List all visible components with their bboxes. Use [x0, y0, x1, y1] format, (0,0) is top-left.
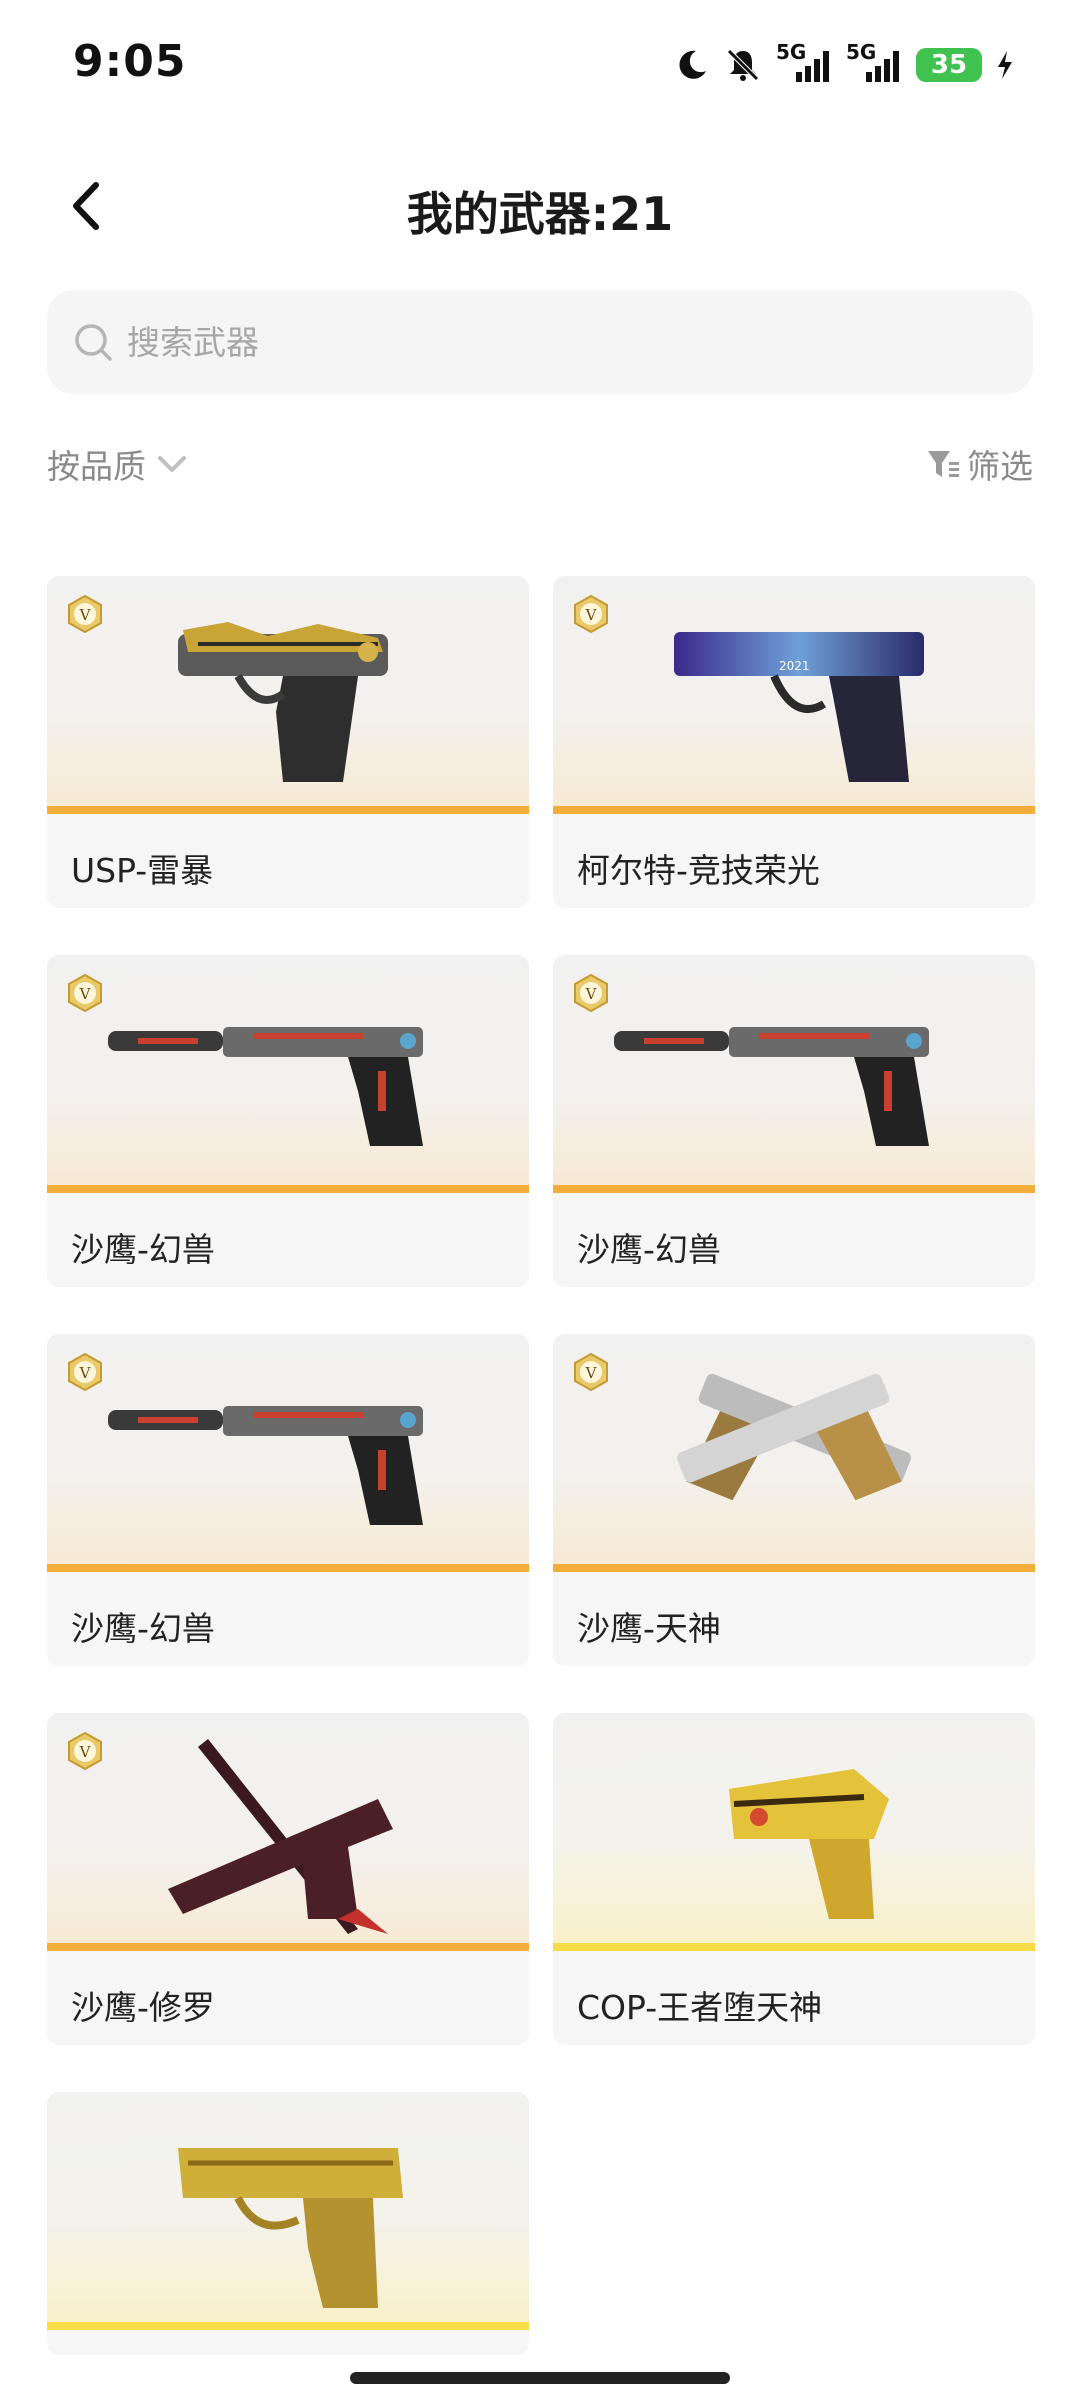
weapon-name: 沙鹰-修罗 [71, 1988, 215, 2027]
weapon-name: USP-雷暴 [71, 851, 214, 890]
filter-button[interactable]: 筛选 [925, 440, 1033, 488]
vip-badge-icon: V [68, 973, 102, 1013]
vip-badge-icon: V [574, 1352, 608, 1392]
weapon-art: V [47, 1713, 529, 1951]
pistol-usp-icon [178, 622, 388, 782]
weapon-card[interactable]: V 2021 柯尔特-竞技荣光 [553, 576, 1035, 908]
weapon-art: V [553, 955, 1035, 1193]
search-input[interactable] [125, 321, 989, 363]
deagle-suppressed-icon [614, 1027, 929, 1146]
deagle-suppressed-icon [108, 1406, 423, 1525]
weapon-card[interactable]: V 沙鹰-幻兽 [553, 955, 1035, 1287]
weapon-art: V [47, 576, 529, 814]
vip-badge-icon: V [68, 1352, 102, 1392]
signal-2-icon: 5G [846, 42, 902, 84]
weapon-card[interactable]: V 沙鹰-幻兽 [47, 955, 529, 1287]
status-time: 9:05 [73, 36, 187, 87]
network-type-1: 5G [776, 40, 807, 64]
deagle-dual-icon [676, 1373, 912, 1501]
svg-text:V: V [585, 1364, 598, 1382]
weapon-card[interactable]: V 沙鹰-幻兽 [47, 1334, 529, 1666]
weapon-art: V [553, 1334, 1035, 1572]
weapon-name: 沙鹰-天神 [577, 1609, 721, 1648]
weapon-name: COP-王者堕天神 [577, 1988, 823, 2027]
svg-text:V: V [585, 985, 598, 1003]
vip-badge-icon: V [68, 1731, 102, 1771]
network-type-2: 5G [846, 40, 877, 64]
vip-badge-icon: V [68, 594, 102, 634]
weapon-art: V [47, 955, 529, 1193]
search-bar[interactable] [47, 290, 1033, 394]
home-indicator[interactable] [350, 2372, 730, 2384]
page-title: 我的武器:21 [406, 187, 674, 241]
weapon-art [553, 1713, 1035, 1951]
pistol-cop-icon [729, 1769, 889, 1919]
weapon-name: 柯尔特-竞技荣光 [577, 851, 820, 890]
svg-text:V: V [585, 606, 598, 624]
weapon-card[interactable] [47, 2092, 529, 2355]
weapon-art: V 2021 [553, 576, 1035, 814]
weapon-name: 沙鹰-幻兽 [71, 1609, 215, 1648]
filter-label: 筛选 [967, 447, 1033, 486]
bell-muted-icon [724, 46, 762, 84]
svg-text:V: V [79, 1743, 92, 1761]
weapon-name: 沙鹰-幻兽 [577, 1230, 721, 1269]
status-icons: 5G 5G 35 [674, 40, 1014, 90]
weapon-list-page: 9:05 5G 5G 35 我的武器:21 搜索武器 按品质 筛选 V USP-… [0, 0, 1080, 2403]
weapon-card[interactable]: V USP-雷暴 [47, 576, 529, 908]
svg-text:V: V [79, 985, 92, 1003]
battery-indicator: 35 [916, 48, 982, 82]
moon-icon [674, 47, 710, 83]
svg-text:2021: 2021 [779, 659, 810, 673]
charging-icon [996, 49, 1014, 81]
vip-badge-icon: V [574, 973, 608, 1013]
weapon-card[interactable]: V 沙鹰-天神 [553, 1334, 1035, 1666]
pistol-gold-icon [178, 2148, 403, 2308]
status-bar: 9:05 5G 5G 35 [0, 0, 1080, 130]
weapon-name: 沙鹰-幻兽 [71, 1230, 215, 1269]
svg-text:V: V [79, 606, 92, 624]
deagle-knife-cross-icon [168, 1739, 393, 1934]
weapon-card[interactable]: COP-王者堕天神 [553, 1713, 1035, 2045]
pistol-colt-icon: 2021 [674, 632, 924, 782]
deagle-suppressed-icon [108, 1027, 423, 1146]
sort-label: 按品质 [47, 447, 146, 486]
page-header: 我的武器:21 [0, 160, 1080, 250]
weapon-art: V [47, 1334, 529, 1572]
weapon-card[interactable]: V 沙鹰-修罗 [47, 1713, 529, 2045]
vip-badge-icon: V [574, 594, 608, 634]
svg-text:V: V [79, 1364, 92, 1382]
sort-by-quality-dropdown[interactable]: 按品质 [47, 440, 188, 488]
search-icon [71, 320, 115, 364]
weapon-art [47, 2092, 529, 2330]
chevron-down-icon [158, 456, 186, 472]
filter-icon [928, 451, 959, 477]
signal-1-icon: 5G [776, 42, 832, 84]
